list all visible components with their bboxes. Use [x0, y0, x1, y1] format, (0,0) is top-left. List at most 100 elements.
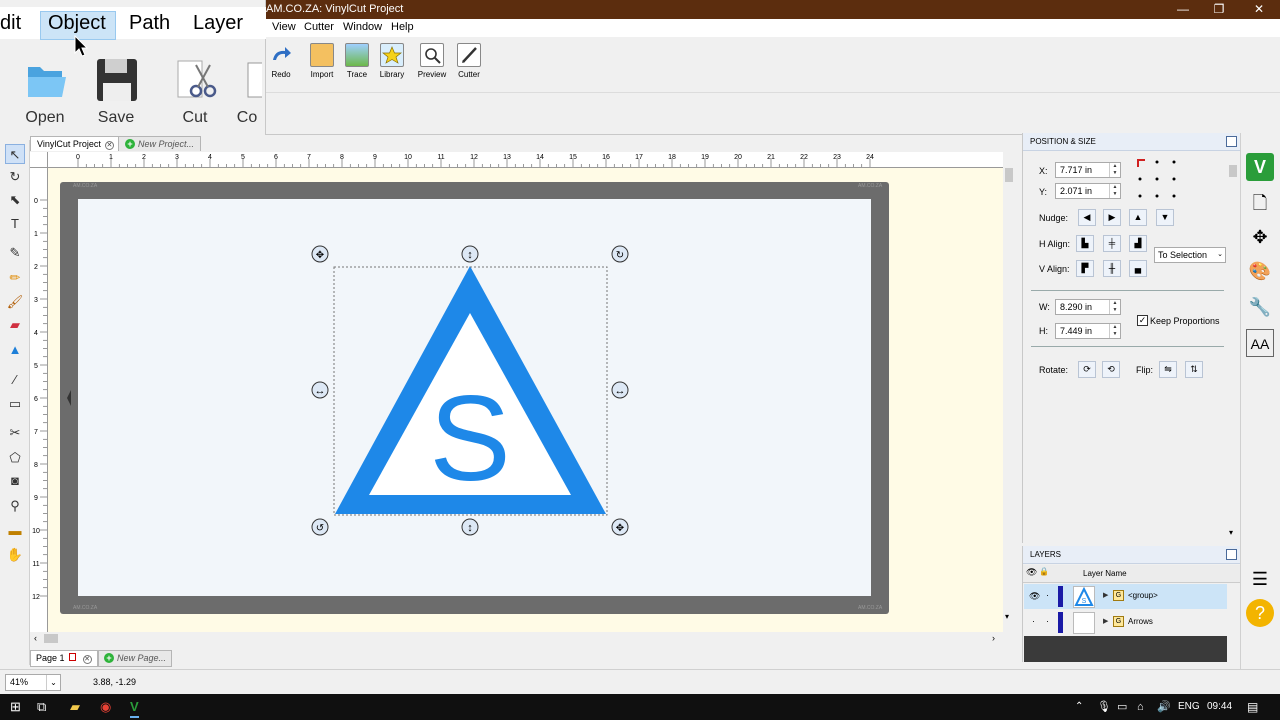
rotate-tool-icon[interactable]: ↻	[5, 167, 25, 187]
tab-page-1[interactable]: Page 1 ✕	[30, 650, 98, 667]
flip-horizontal-button[interactable]: ⇋	[1159, 361, 1177, 378]
text-style-icon[interactable]: AA	[1246, 329, 1274, 357]
pan-tool-icon[interactable]: ✋	[5, 545, 25, 565]
menu-window[interactable]: Window	[343, 21, 382, 33]
redo-button[interactable]: Redo	[263, 43, 299, 79]
menu-edit[interactable]: dit	[0, 12, 21, 35]
layer-row[interactable]: · · ▶ G Arrows	[1024, 610, 1227, 635]
layers-icon[interactable]: ☰	[1246, 565, 1274, 593]
horizontal-scrollbar[interactable]: ‹ ›	[30, 632, 1003, 646]
show-hidden-icons-icon[interactable]: ⌃	[1075, 698, 1083, 716]
spinner-icon[interactable]: ▲ ▼	[1109, 163, 1120, 177]
cut-button[interactable]: Cut	[165, 55, 225, 127]
canvas-area[interactable]: S ✥ ↕ ↻ ↔ ↔ ↺ ↕ ✥ AM.CO.ZA AM.CO.ZA AM.C…	[48, 168, 1003, 632]
align-left-button[interactable]: ▙	[1076, 235, 1094, 252]
nudge-left-button[interactable]: ◀	[1078, 209, 1096, 226]
lock-toggle[interactable]: ·	[1046, 616, 1049, 626]
minimize-button[interactable]: —	[1166, 1, 1200, 18]
layer-color-swatch[interactable]	[1058, 586, 1063, 607]
panel-scroll-down-icon[interactable]: ▾	[1229, 528, 1233, 537]
align-bottom-button[interactable]: ▄	[1129, 260, 1147, 277]
close-tab-icon[interactable]: ✕	[104, 141, 114, 150]
transform-tool-icon[interactable]: ⬠	[5, 448, 25, 468]
width-field[interactable]: 8.290 in ▲ ▼	[1055, 299, 1121, 315]
import-button[interactable]: Import	[304, 43, 340, 79]
rotate-ccw-button[interactable]: ⟲	[1102, 361, 1120, 378]
panel-scroll-thumb[interactable]	[1229, 165, 1237, 177]
rotate-handle-top-right[interactable]: ↻	[611, 245, 629, 263]
vinylcut-logo-icon[interactable]: V	[1246, 153, 1274, 181]
horizontal-scroll-thumb[interactable]	[44, 634, 58, 643]
height-field[interactable]: 7.449 in ▲ ▼	[1055, 323, 1121, 339]
gradient-tool-icon[interactable]: ▭	[5, 394, 25, 414]
align-top-button[interactable]: ▛	[1076, 260, 1094, 277]
close-page-icon[interactable]: ✕	[82, 655, 92, 664]
vinylcut-taskbar-icon[interactable]: V	[130, 698, 139, 718]
clock[interactable]: 09:44	[1207, 701, 1232, 712]
scroll-right-icon[interactable]: ›	[992, 633, 995, 643]
close-button[interactable]: ✕	[1242, 1, 1276, 18]
open-button[interactable]: Open	[15, 55, 75, 127]
palette-icon[interactable]: 🎨	[1246, 257, 1274, 285]
weld-tool-icon[interactable]: ◙	[5, 471, 25, 491]
flip-vertical-button[interactable]: ⇅	[1185, 361, 1203, 378]
spinner-icon[interactable]: ▲ ▼	[1109, 324, 1120, 338]
scale-handle-right[interactable]: ↔	[611, 381, 629, 399]
expand-icon[interactable]: ▶	[1103, 591, 1108, 599]
network-icon[interactable]: ⌂	[1137, 698, 1144, 716]
language-indicator[interactable]: ENG	[1178, 701, 1200, 712]
copy-button[interactable]: Co	[227, 55, 267, 127]
rotate-handle-top-left[interactable]: ✥	[311, 245, 329, 263]
save-button[interactable]: Save	[86, 55, 146, 127]
x-field[interactable]: 7.717 in ▲ ▼	[1055, 162, 1121, 178]
menu-cutter[interactable]: Cutter	[304, 21, 334, 33]
scroll-left-icon[interactable]: ‹	[34, 633, 37, 643]
restore-button[interactable]: ❐	[1202, 1, 1236, 18]
tab-vinylcut-project[interactable]: VinylCut Project ✕	[30, 136, 121, 151]
move-icon[interactable]: ✥	[1246, 223, 1274, 251]
file-explorer-icon[interactable]: ▰	[70, 698, 80, 716]
scale-handle-left[interactable]: ↔	[311, 381, 329, 399]
eraser-tool-icon[interactable]: ▰	[5, 315, 25, 335]
scale-handle-bottom[interactable]: ↕	[461, 518, 479, 536]
menu-help[interactable]: Help	[391, 21, 414, 33]
volume-icon[interactable]: 🔊	[1157, 698, 1171, 716]
letter-s[interactable]: S	[429, 370, 510, 506]
keep-proportions-checkbox[interactable]: ✓	[1137, 315, 1148, 326]
visibility-toggle[interactable]: ·	[1032, 616, 1035, 626]
anchor-grid-icon[interactable]	[1137, 159, 1179, 201]
rotate-handle-bottom-left[interactable]: ↺	[311, 518, 329, 536]
node-tool-icon[interactable]: ⬉	[5, 190, 25, 210]
preview-button[interactable]: Preview	[414, 43, 450, 79]
vertical-scroll-thumb[interactable]	[1005, 168, 1013, 182]
help-icon[interactable]: ?	[1246, 599, 1274, 627]
layer-color-swatch[interactable]	[1058, 612, 1063, 633]
lock-toggle[interactable]: ·	[1046, 590, 1049, 600]
menu-path[interactable]: Path	[129, 12, 170, 35]
y-field[interactable]: 2.071 in ▲ ▼	[1055, 183, 1121, 199]
vertical-scrollbar[interactable]: ▾	[1003, 152, 1015, 632]
align-center-v-button[interactable]: ╫	[1103, 260, 1121, 277]
windows-start-icon[interactable]: ⊞	[10, 698, 21, 716]
panel-pin-icon[interactable]	[1226, 549, 1237, 560]
panel-pin-icon[interactable]	[1226, 136, 1237, 147]
menu-view[interactable]: View	[272, 21, 296, 33]
knife-tool-icon[interactable]: ✂	[5, 423, 25, 443]
pencil-tool-icon[interactable]: ✏	[5, 268, 25, 288]
brush-tool-icon[interactable]: 🖌	[5, 292, 25, 312]
select-tool-icon[interactable]: ↖	[5, 144, 25, 164]
tab-new-project[interactable]: + New Project...	[118, 136, 202, 151]
library-button[interactable]: Library	[374, 43, 410, 79]
pen-tool-icon[interactable]: ✎	[5, 243, 25, 263]
shape-tool-icon[interactable]: ▲	[5, 340, 25, 360]
spinner-icon[interactable]: ▲ ▼	[1109, 300, 1120, 314]
align-center-h-button[interactable]: ╪	[1103, 235, 1121, 252]
cutter-button[interactable]: Cutter	[451, 43, 487, 79]
notifications-icon[interactable]: ▤	[1247, 698, 1258, 716]
trace-button[interactable]: Trace	[339, 43, 375, 79]
text-tool-icon[interactable]: T	[5, 214, 25, 234]
nudge-right-button[interactable]: ▶	[1103, 209, 1121, 226]
nudge-up-button[interactable]: ▲	[1129, 209, 1147, 226]
zoom-tool-icon[interactable]: ⚲	[5, 496, 25, 516]
eye-icon[interactable]: 👁	[1029, 591, 1040, 602]
